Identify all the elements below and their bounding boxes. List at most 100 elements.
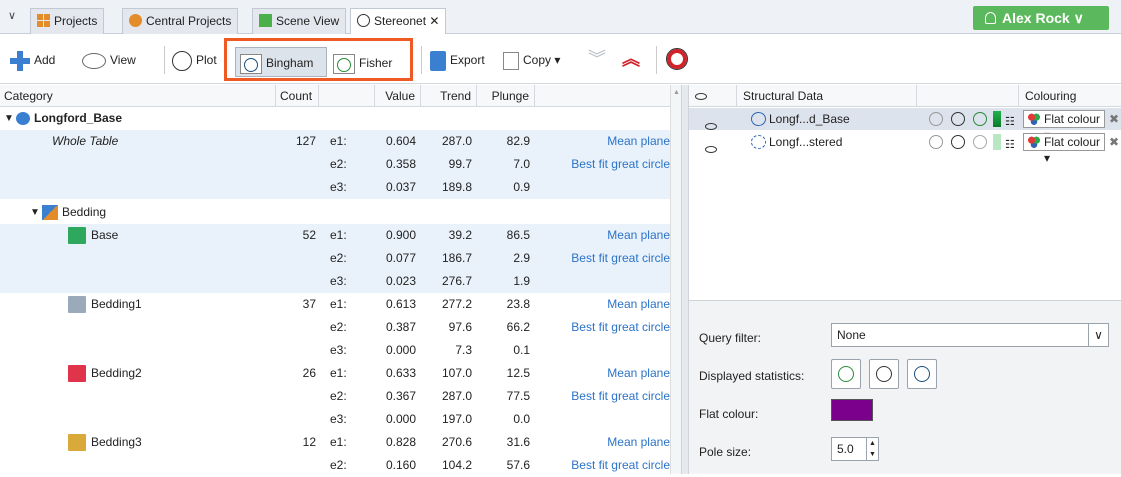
table-row-whole[interactable]: Whole Table 127 e1: 0.604 287.0 82.9 Mea… <box>0 130 680 199</box>
header-trend[interactable]: Trend <box>421 85 477 107</box>
stereonet-plot-icon <box>172 50 192 71</box>
header-icons <box>917 85 1019 107</box>
plunge-cell: 0.9 <box>513 180 530 194</box>
view-button[interactable]: View <box>82 48 136 72</box>
description-link[interactable]: Mean plane <box>535 431 670 454</box>
bingham-stats-button[interactable] <box>869 359 899 389</box>
plunge-cell: 12.5 <box>506 366 530 380</box>
data-table-icon <box>16 112 30 125</box>
toolbar-divider <box>164 46 165 74</box>
eigen-stats-button[interactable] <box>907 359 937 389</box>
description-link[interactable]: Mean plane <box>535 362 670 385</box>
tab-central-projects[interactable]: Central Projects <box>122 8 239 34</box>
lifebuoy-icon <box>666 48 688 70</box>
header-count[interactable]: Count <box>276 85 319 107</box>
pane-splitter[interactable] <box>681 85 689 474</box>
header-value[interactable]: Value <box>375 85 421 107</box>
collapse-all-icon[interactable]: ︽ <box>622 47 640 71</box>
pole-size-label: Pole size: <box>699 445 752 459</box>
query-filter-select[interactable]: None ∨ <box>831 323 1109 347</box>
header-structural-data[interactable]: Structural Data <box>737 85 917 107</box>
trend-cell: 270.6 <box>441 435 472 449</box>
fisher-toggle-icon[interactable] <box>973 135 987 149</box>
tree-row-bedding[interactable]: ▼ Bedding <box>0 201 680 224</box>
pole-size-value: 5.0 <box>837 442 854 456</box>
pole-size-spinner[interactable]: 5.0 ▲ ▼ <box>831 437 879 461</box>
description-link[interactable]: Mean plane <box>535 224 670 247</box>
tab-projects[interactable]: Projects <box>30 8 105 34</box>
tab-scene-view[interactable]: Scene View <box>252 8 347 34</box>
scene-view-icon <box>259 14 272 27</box>
bedding-icon <box>42 205 58 220</box>
trend-cell: 276.7 <box>441 274 472 288</box>
plot-button[interactable]: Plot <box>172 48 217 72</box>
export-icon <box>430 50 446 71</box>
tab-list-chevron-icon[interactable]: ∨ <box>4 8 20 24</box>
description-link[interactable]: Best fit great circle <box>535 316 670 339</box>
tree-row-root[interactable]: ▼ Longford_Base <box>0 107 680 130</box>
colour-bar-icon[interactable] <box>993 111 1001 127</box>
stat-row: e1: 0.633 107.0 12.5 Mean plane <box>0 362 680 385</box>
value-cell: 0.023 <box>385 274 416 288</box>
colour-bar-icon[interactable] <box>993 134 1001 150</box>
structural-row[interactable]: Longf...d_Base ☷ Flat colour ▾ ✖ <box>689 108 1121 142</box>
table-scrollbar[interactable]: ▲ <box>670 85 681 474</box>
export-button[interactable]: Export <box>430 48 485 72</box>
stat-row: e2: 0.358 99.7 7.0 Best fit great circle <box>0 153 680 176</box>
bingham-icon <box>876 366 892 382</box>
add-icon <box>10 50 30 71</box>
fisher-stats-button[interactable] <box>831 359 861 389</box>
legend-icon[interactable]: ☷ <box>1005 134 1015 156</box>
tab-stereonet[interactable]: Stereonet ✕ <box>350 8 447 35</box>
table-header: Category Count Value Trend Plunge <box>0 85 680 107</box>
add-button[interactable]: Add <box>10 48 55 72</box>
tab-bar: ∨ Projects Central Projects Scene View S… <box>0 0 1121 35</box>
description-link[interactable]: Mean plane <box>535 293 670 316</box>
description-link[interactable]: Mean plane <box>535 130 670 153</box>
trend-cell: 287.0 <box>441 389 472 403</box>
displayed-statistics-label: Displayed statistics: <box>699 369 805 383</box>
copy-button[interactable]: Copy ▾ <box>503 48 560 72</box>
trend-cell: 189.8 <box>441 180 472 194</box>
scroll-up-icon[interactable]: ▲ <box>673 89 680 96</box>
description-link[interactable]: Best fit great circle <box>535 153 670 176</box>
plot-toggle-icon[interactable] <box>929 112 943 126</box>
export-label: Export <box>450 53 485 67</box>
structural-row[interactable]: Longf...stered ☷ Flat colour ▾ ✖ <box>689 131 1121 165</box>
structural-name: Longf...stered <box>769 135 843 149</box>
trend-cell: 186.7 <box>441 251 472 265</box>
expand-all-icon[interactable]: ︾ <box>588 47 606 71</box>
visibility-eye-icon[interactable] <box>705 138 717 160</box>
header-category[interactable]: Category <box>0 85 276 107</box>
value-cell: 0.367 <box>385 389 416 403</box>
fisher-icon <box>838 366 854 382</box>
expand-arrow-icon[interactable]: ▼ <box>30 201 40 224</box>
table-row-group[interactable]: Base 52 e1: 0.900 39.2 86.5 Mean plane e2: 0.077… <box>0 224 680 293</box>
table-row-group[interactable]: Bedding2 26 e1: 0.633 107.0 12.5 Mean plane e2:… <box>0 362 680 431</box>
palette-icon <box>1028 113 1040 125</box>
description-link[interactable]: Best fit great circle <box>535 385 670 408</box>
help-button[interactable] <box>666 48 688 73</box>
legend-icon[interactable]: ☷ <box>1005 111 1015 133</box>
table-row-group[interactable]: Bedding3 12 e1: 0.828 270.6 31.6 Mean plane e2:… <box>0 431 680 477</box>
query-filter-label: Query filter: <box>699 331 762 345</box>
bingham-toggle-icon[interactable] <box>951 135 965 149</box>
remove-icon[interactable]: ✖ <box>1109 108 1119 130</box>
remove-icon[interactable]: ✖ <box>1109 131 1119 153</box>
colouring-dropdown[interactable]: Flat colour ▾ <box>1023 133 1105 165</box>
eigenvector-icon <box>914 366 930 382</box>
table-row-group[interactable]: Bedding1 37 e1: 0.613 277.2 23.8 Mean plane e2:… <box>0 293 680 362</box>
highlight-box <box>224 38 413 81</box>
flat-colour-swatch[interactable] <box>831 399 873 421</box>
bingham-toggle-icon[interactable] <box>951 112 965 126</box>
stat-row: e1: 0.604 287.0 82.9 Mean plane <box>0 130 680 153</box>
header-plunge[interactable]: Plunge <box>477 85 535 107</box>
header-colouring[interactable]: Colouring <box>1019 85 1121 107</box>
user-menu-button[interactable]: Alex Rock ∨ <box>973 6 1109 30</box>
colouring-dropdown[interactable]: Flat colour ▾ <box>1023 110 1105 142</box>
plot-toggle-icon[interactable] <box>929 135 943 149</box>
fisher-toggle-icon[interactable] <box>973 112 987 126</box>
description-link[interactable]: Best fit great circle <box>535 247 670 270</box>
expand-arrow-icon[interactable]: ▼ <box>4 107 14 130</box>
plunge-cell: 86.5 <box>506 228 530 242</box>
